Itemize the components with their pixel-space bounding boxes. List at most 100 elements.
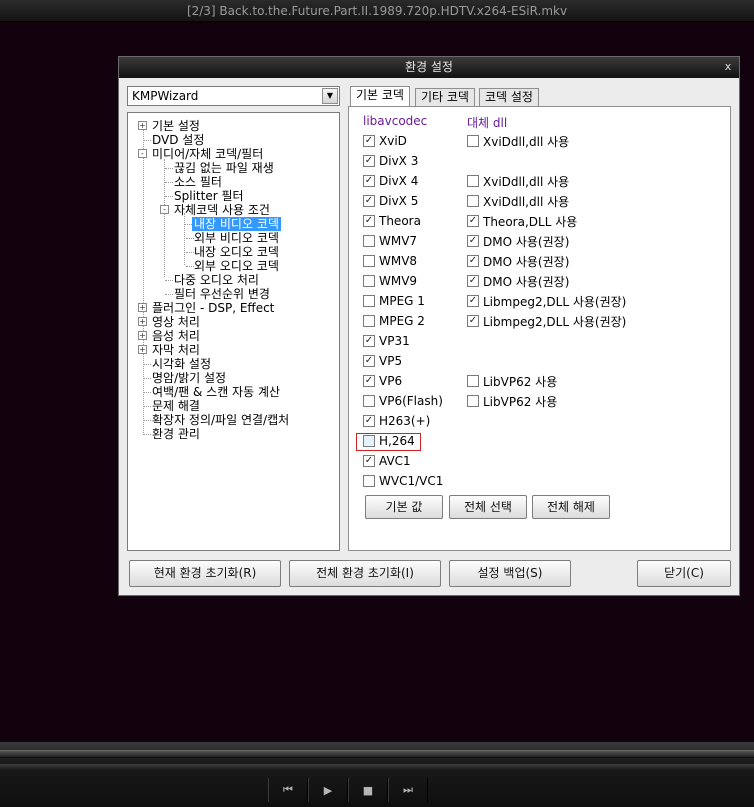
codec-checkbox[interactable]: MPEG 2 bbox=[363, 313, 425, 329]
tree-item[interactable]: 여백/팬 & 스캔 자동 계산 bbox=[143, 385, 280, 399]
volume-bar[interactable] bbox=[0, 764, 754, 770]
next-button[interactable]: ⏭ bbox=[388, 778, 428, 802]
checkbox-unchecked-icon[interactable] bbox=[363, 475, 375, 487]
tree-item[interactable]: - 자체코덱 사용 조건 bbox=[160, 203, 270, 217]
tree-item[interactable]: 시각화 설정 bbox=[143, 357, 211, 371]
checkbox-checked-icon[interactable]: ✓ bbox=[467, 315, 479, 327]
codec-checkbox[interactable]: ✓ Theora bbox=[363, 213, 421, 229]
tree-item[interactable]: 소스 필터 bbox=[165, 175, 222, 189]
tree-item[interactable]: 끊김 없는 파일 재생 bbox=[165, 161, 274, 175]
tree-item[interactable]: + 기본 설정 bbox=[138, 119, 200, 133]
checkbox-checked-icon[interactable]: ✓ bbox=[363, 215, 375, 227]
checkbox-checked-icon[interactable]: ✓ bbox=[363, 455, 375, 467]
alt-dll-checkbox[interactable]: LibVP62 사용 bbox=[467, 393, 557, 409]
alt-dll-checkbox[interactable]: ✓ Libmpeg2,DLL 사용(권장) bbox=[467, 293, 626, 309]
codec-checkbox[interactable]: MPEG 1 bbox=[363, 293, 425, 309]
checkbox-checked-icon[interactable]: ✓ bbox=[363, 175, 375, 187]
expand-icon[interactable]: + bbox=[138, 317, 147, 326]
alt-dll-checkbox[interactable]: ✓ DMO 사용(권장) bbox=[467, 233, 569, 249]
checkbox-checked-icon[interactable]: ✓ bbox=[363, 155, 375, 167]
tree-item[interactable]: 외부 오디오 코덱 bbox=[186, 259, 279, 273]
default-values-button[interactable]: 기본 값 bbox=[365, 495, 443, 519]
checkbox-unchecked-icon[interactable] bbox=[363, 275, 375, 287]
checkbox-unchecked-icon[interactable] bbox=[467, 175, 479, 187]
checkbox-unchecked-icon[interactable] bbox=[467, 395, 479, 407]
deselect-all-button[interactable]: 전체 해제 bbox=[532, 495, 610, 519]
checkbox-checked-icon[interactable]: ✓ bbox=[363, 355, 375, 367]
seek-bar[interactable] bbox=[0, 750, 754, 758]
dialog-title-bar[interactable]: 환경 설정 x bbox=[119, 57, 739, 78]
checkbox-checked-icon[interactable]: ✓ bbox=[363, 135, 375, 147]
tree-item[interactable]: + 음성 처리 bbox=[138, 329, 200, 343]
checkbox-unchecked-icon[interactable] bbox=[363, 295, 375, 307]
expand-icon[interactable]: + bbox=[138, 331, 147, 340]
tree-item[interactable]: 내장 비디오 코덱 bbox=[184, 217, 281, 231]
tree-item[interactable]: 필터 우선순위 변경 bbox=[165, 287, 270, 301]
checkbox-unchecked-icon[interactable] bbox=[363, 315, 375, 327]
tree-item[interactable]: 명암/밝기 설정 bbox=[143, 371, 226, 385]
expand-icon[interactable]: + bbox=[138, 121, 147, 130]
stop-button[interactable]: ■ bbox=[348, 778, 388, 802]
tree-item[interactable]: 내장 오디오 코덱 bbox=[186, 245, 279, 259]
checkbox-checked-icon[interactable]: ✓ bbox=[363, 375, 375, 387]
checkbox-unchecked-icon[interactable] bbox=[363, 235, 375, 247]
collapse-icon[interactable]: - bbox=[138, 149, 147, 158]
codec-checkbox[interactable]: ✓ DivX 5 bbox=[363, 193, 418, 209]
play-button[interactable]: ▶ bbox=[308, 778, 348, 802]
collapse-icon[interactable]: - bbox=[160, 205, 169, 214]
tree-item[interactable]: 문제 해결 bbox=[143, 399, 200, 413]
codec-checkbox[interactable]: ✓ VP6 bbox=[363, 373, 402, 389]
checkbox-checked-icon[interactable]: ✓ bbox=[363, 415, 375, 427]
checkbox-unchecked-icon[interactable] bbox=[467, 135, 479, 147]
tree-item[interactable]: + 플러그인 - DSP, Effect bbox=[138, 301, 274, 315]
codec-checkbox[interactable]: WMV9 bbox=[363, 273, 417, 289]
checkbox-checked-icon[interactable]: ✓ bbox=[363, 335, 375, 347]
codec-checkbox[interactable]: ✓ DivX 3 bbox=[363, 153, 418, 169]
codec-checkbox[interactable]: WMV7 bbox=[363, 233, 417, 249]
close-button[interactable]: 닫기(C) bbox=[637, 560, 731, 587]
checkbox-checked-icon[interactable]: ✓ bbox=[363, 195, 375, 207]
checkbox-checked-icon[interactable]: ✓ bbox=[467, 295, 479, 307]
alt-dll-checkbox[interactable]: LibVP62 사용 bbox=[467, 373, 557, 389]
codec-checkbox[interactable]: WMV8 bbox=[363, 253, 417, 269]
tree-item[interactable]: Splitter 필터 bbox=[165, 189, 244, 203]
tree-item[interactable]: + 자막 처리 bbox=[138, 343, 200, 357]
backup-settings-button[interactable]: 설정 백업(S) bbox=[449, 560, 571, 587]
codec-checkbox[interactable]: WVC1/VC1 bbox=[363, 473, 443, 489]
reset-current-button[interactable]: 현재 환경 초기화(R) bbox=[129, 560, 281, 587]
select-all-button[interactable]: 전체 선택 bbox=[449, 495, 527, 519]
tree-item[interactable]: 환경 관리 bbox=[143, 427, 200, 441]
alt-dll-checkbox[interactable]: ✓ DMO 사용(권장) bbox=[467, 273, 569, 289]
alt-dll-checkbox[interactable]: ✓ DMO 사용(권장) bbox=[467, 253, 569, 269]
tree-item[interactable]: + 영상 처리 bbox=[138, 315, 200, 329]
checkbox-unchecked-icon[interactable] bbox=[363, 255, 375, 267]
tree-item[interactable]: 다중 오디오 처리 bbox=[165, 273, 259, 287]
checkbox-checked-icon[interactable]: ✓ bbox=[467, 215, 479, 227]
prev-button[interactable]: ⏮ bbox=[268, 778, 308, 802]
close-icon[interactable]: x bbox=[721, 60, 735, 74]
checkbox-unchecked-icon[interactable] bbox=[467, 195, 479, 207]
tree-item[interactable]: DVD 설정 bbox=[143, 133, 204, 147]
alt-dll-checkbox[interactable]: XviDdll,dll 사용 bbox=[467, 193, 569, 209]
expand-icon[interactable]: + bbox=[138, 303, 147, 312]
codec-checkbox[interactable]: ✓ XviD bbox=[363, 133, 407, 149]
codec-checkbox[interactable]: ✓ AVC1 bbox=[363, 453, 411, 469]
expand-icon[interactable]: + bbox=[138, 345, 147, 354]
checkbox-unchecked-icon[interactable] bbox=[363, 395, 375, 407]
checkbox-unchecked-icon[interactable] bbox=[467, 375, 479, 387]
codec-checkbox[interactable]: ✓ VP31 bbox=[363, 333, 410, 349]
checkbox-checked-icon[interactable]: ✓ bbox=[467, 255, 479, 267]
codec-checkbox[interactable]: ✓ DivX 4 bbox=[363, 173, 418, 189]
reset-all-button[interactable]: 전체 환경 초기화(I) bbox=[289, 560, 441, 587]
tab-0[interactable]: 기본 코덱 bbox=[350, 86, 410, 106]
tab-2[interactable]: 코덱 설정 bbox=[479, 88, 539, 106]
codec-checkbox[interactable]: ✓ VP5 bbox=[363, 353, 402, 369]
tree-item[interactable]: - 미디어/자체 코덱/필터 bbox=[138, 147, 263, 161]
alt-dll-checkbox[interactable]: ✓ Theora,DLL 사용 bbox=[467, 213, 577, 229]
preset-dropdown[interactable]: KMPWizard ▼ bbox=[127, 86, 340, 106]
alt-dll-checkbox[interactable]: XviDdll,dll 사용 bbox=[467, 133, 569, 149]
alt-dll-checkbox[interactable]: XviDdll,dll 사용 bbox=[467, 173, 569, 189]
tree-item[interactable]: 외부 비디오 코덱 bbox=[186, 231, 279, 245]
checkbox-checked-icon[interactable]: ✓ bbox=[467, 275, 479, 287]
codec-checkbox[interactable]: VP6(Flash) bbox=[363, 393, 443, 409]
